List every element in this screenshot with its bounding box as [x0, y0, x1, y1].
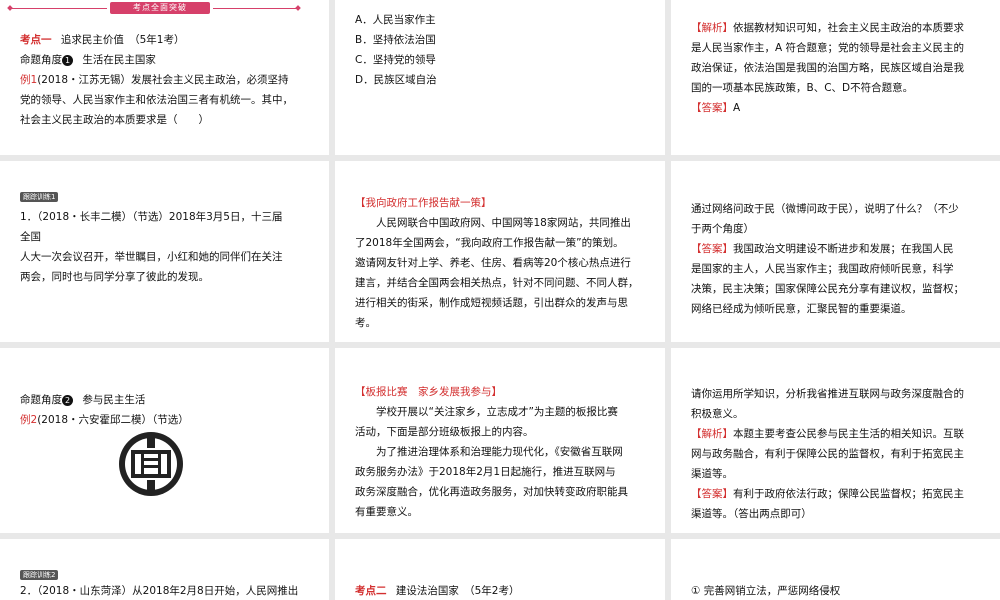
panel-r4-middle: 考点二 建设法治国家 （5年2考）	[335, 539, 665, 600]
mingti-two: 命题角度 2 参与民主生活	[20, 390, 145, 410]
banner-dot-left	[7, 5, 13, 11]
kaodian-label: 考点二	[355, 585, 387, 597]
option-b: B．坚持依法治国	[355, 34, 436, 46]
example-1-line-3: 社会主义民主政治的本质要求是（ ）	[20, 114, 209, 126]
panel-r3-middle: 【板报比赛 家乡发展我参与】 学校开展以“关注家乡，立志成才”为主题的板报比赛 …	[335, 348, 665, 533]
example-label: 例2	[20, 414, 38, 426]
option-d: D．民族区域自治	[355, 74, 437, 86]
track-2-line-1: 2．（2018・山东菏泽）从2018年2月8日开始，人民网推出	[20, 585, 299, 597]
jiexi-line-3: 政治保证，依法治国是我国的治国方略，民族区域自治是我	[691, 62, 964, 74]
answer-line-2: 是国家的主人，人民当家作主；我国政府倾听民意，科学	[691, 263, 954, 275]
kaodian-text: 追求民主价值 （5年1考）	[60, 34, 185, 46]
example-2-line: 例2(2018・六安霍邱二模）（节选）	[20, 414, 189, 426]
banner-line-left	[12, 8, 107, 9]
jiexi-line-2: 网与政务融合，有利于保障公民的监督权，有利于拓宽民主	[691, 448, 964, 460]
track-1-line-2: 全国	[20, 231, 41, 243]
panel-r4-left: 跟踪训练2 2．（2018・山东菏泽）从2018年2月8日开始，人民网推出	[0, 539, 329, 600]
material-line-2: 了2018年全国两会，“我向政府工作报告献一策”的策划。	[355, 237, 624, 249]
answer-line: 【答案】A	[691, 98, 740, 118]
mingti-number-badge: 1	[62, 54, 73, 66]
board-line-4: 政务服务办法》于2018年2月1日起施行，推进互联网与	[355, 466, 616, 478]
material-line-1: 人民网联合中国政府网、中国网等18家网站，共同推出	[376, 217, 631, 229]
answer-line-3: 决策，民主决策；国家保障公民充分享有建议权，监督权；	[691, 283, 964, 295]
jiexi-label: 【解析】	[691, 22, 733, 34]
board-line-5: 政务深度融合，优化再造政务服务，对加快转变政府职能具	[355, 486, 628, 498]
question-line-2: 于两个角度）	[691, 223, 754, 235]
panel-r2-right: 通过网络问政于民（微博问政于民），说明了什么？（不少 于两个角度） 【答案】我国…	[671, 161, 1000, 342]
kaodian-text: 建设法治国家 （5年2考）	[395, 585, 520, 597]
kaodian-one: 考点一 追求民主价值 （5年1考）	[20, 30, 184, 50]
jiexi-line-3: 渠道等。	[691, 468, 733, 480]
track-1-line-3: 人大一次会议召开，举世瞩目，小红和她的同伴们在关注	[20, 251, 283, 263]
seal-emblem-icon	[119, 432, 183, 496]
panel-r1-right: 【解析】依据教材知识可知，社会主义民主政治的本质要求 是人民当家作主，A 符合题…	[671, 0, 1000, 155]
point-line-1: ① 完善网销立法，严惩网络侵权	[691, 585, 841, 597]
jiexi-line-2: 是人民当家作主，A 符合题意；党的领导是社会主义民主的	[691, 42, 965, 54]
question-line-1: 请你运用所学知识，分析我省推进互联网与政务深度融合的	[691, 388, 964, 400]
panel-r2-middle: 【我向政府工作报告献一策】 人民网联合中国政府网、中国网等18家网站，共同推出 …	[335, 161, 665, 342]
material-line-4: 建言，并结合全国两会相关热点，针对不同问题、不同人群，	[355, 277, 639, 289]
panel-r4-right: ① 完善网销立法，严惩网络侵权	[671, 539, 1000, 600]
mingti-label: 命题角度	[20, 394, 62, 406]
panel-r3-right: 请你运用所学知识，分析我省推进互联网与政务深度融合的 积极意义。 【解析】本题主…	[671, 348, 1000, 533]
option-a: A．人民当家作主	[355, 14, 436, 26]
material-title: 【我向政府工作报告献一策】	[355, 197, 492, 209]
material-line-5: 进行相关的街采，制作成短视频话题，引出群众的发声与思	[355, 297, 628, 309]
panel-r1-left: 考点全面突破 考点一 追求民主价值 （5年1考） 命题角度 1 生活在民主国家 例…	[0, 0, 329, 155]
board-title: 【板报比赛 家乡发展我参与】	[355, 386, 502, 398]
track-1-line-1: 1．（2018・长丰二模）（节选）2018年3月5日，十三届	[20, 211, 283, 223]
panel-r2-left: 跟踪训练1 1．（2018・长丰二模）（节选）2018年3月5日，十三届 全国 …	[0, 161, 329, 342]
track-1-line-4: 两会，同时也与同学分享了彼此的发现。	[20, 271, 209, 283]
board-line-3: 为了推进治理体系和治理能力现代化，《安徽省互联网	[376, 446, 623, 458]
kaodian-two: 考点二 建设法治国家 （5年2考）	[355, 581, 519, 600]
board-line-1: 学校开展以“关注家乡，立志成才”为主题的板报比赛	[376, 406, 618, 418]
banner-dot-right	[295, 5, 301, 11]
track-training-badge: 跟踪训练1	[20, 192, 59, 202]
mingti-one: 命题角度 1 生活在民主国家	[20, 50, 156, 70]
example-1-line-2: 党的领导、人民当家作主和依法治国三者有机统一。其中，	[20, 94, 293, 106]
answer-line-4: 网络已经成为倾听民意，汇聚民智的重要渠道。	[691, 303, 912, 315]
board-line-2: 活动，下面是部分班级板报上的内容。	[355, 426, 534, 438]
jiexi-line-1: 【解析】本题主要考查公民参与民主生活的相关知识。互联	[691, 428, 964, 440]
banner-line-right	[213, 8, 298, 9]
material-line-6: 考。	[355, 317, 376, 329]
answer-label: 【答案】	[691, 243, 733, 255]
jiexi-line-4: 国的一项基本民族政策，B、C、D不符合题意。	[691, 82, 914, 94]
answer-line-1: 【答案】有利于政府依法行政；保障公民监督权；拓宽民主	[691, 488, 964, 500]
mingti-number-badge: 2	[62, 394, 73, 406]
material-line-3: 邀请网友针对上学、养老、住房、看病等20个核心热点进行	[355, 257, 631, 269]
kaodian-label: 考点一	[20, 34, 52, 46]
jiexi-line-1: 【解析】依据教材知识可知，社会主义民主政治的本质要求	[691, 22, 964, 34]
question-line-2: 积极意义。	[691, 408, 744, 420]
track-training-badge: 跟踪训练2	[20, 570, 59, 580]
example-label: 例1	[20, 74, 38, 86]
panel-r1-middle: A．人民当家作主 B．坚持依法治国 C．坚持党的领导 D．民族区域自治	[335, 0, 665, 155]
answer-label: 【答案】	[691, 102, 733, 114]
answer-line-2: 渠道等。（答出两点即可）	[691, 508, 812, 520]
option-c: C．坚持党的领导	[355, 54, 436, 66]
track-badge-row: 跟踪训练2	[20, 567, 59, 581]
answer-label: 【答案】	[691, 488, 733, 500]
question-line-1: 通过网络问政于民（微博问政于民），说明了什么？（不少	[691, 203, 959, 215]
answer-line-1: 【答案】我国政治文明建设不断进步和发展；在我国人民	[691, 243, 954, 255]
jiexi-label: 【解析】	[691, 428, 733, 440]
example-1-line-1: 例1(2018・江苏无锡）发展社会主义民主政治，必须坚持	[20, 74, 289, 86]
board-line-6: 有重要意义。	[355, 506, 418, 518]
mingti-text: 参与民主生活	[82, 394, 146, 406]
track-badge-row: 跟踪训练1	[20, 189, 59, 203]
section-banner: 考点全面突破	[110, 2, 210, 14]
mingti-text: 生活在民主国家	[82, 54, 156, 66]
answer-value: A	[733, 102, 741, 114]
mingti-label: 命题角度	[20, 54, 62, 66]
